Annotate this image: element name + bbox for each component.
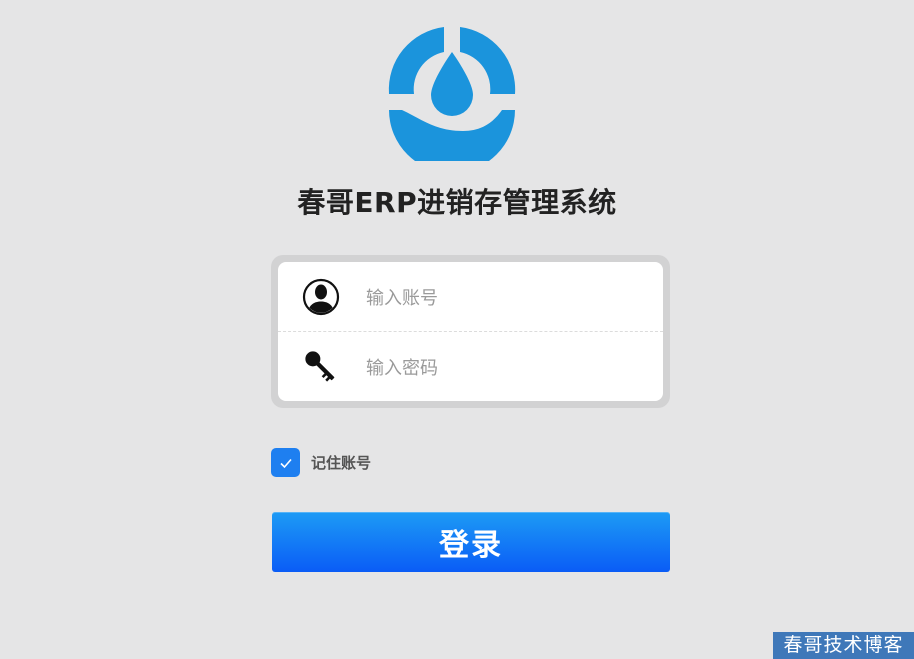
user-avatar-icon xyxy=(302,278,340,316)
app-title: 春哥ERP进销存管理系统 xyxy=(297,186,617,219)
login-page: 春哥ERP进销存管理系统 输入账号 记住账号 登录 春哥技术博客 xyxy=(0,0,914,659)
login-button[interactable]: 登录 xyxy=(272,512,670,572)
blog-watermark: 春哥技术博客 xyxy=(773,632,914,659)
remember-label: 记住账号 xyxy=(311,454,372,472)
checkmark-icon xyxy=(279,458,292,468)
account-row xyxy=(278,262,663,332)
login-form xyxy=(271,255,670,408)
remember-checkbox[interactable] xyxy=(271,448,300,477)
password-input[interactable] xyxy=(364,349,648,387)
account-input[interactable] xyxy=(364,279,648,317)
password-row xyxy=(278,332,663,401)
login-fields xyxy=(278,262,663,401)
remember-account[interactable]: 记住账号 xyxy=(271,448,371,477)
key-icon xyxy=(305,351,335,382)
water-drop-logo-icon xyxy=(388,27,516,161)
